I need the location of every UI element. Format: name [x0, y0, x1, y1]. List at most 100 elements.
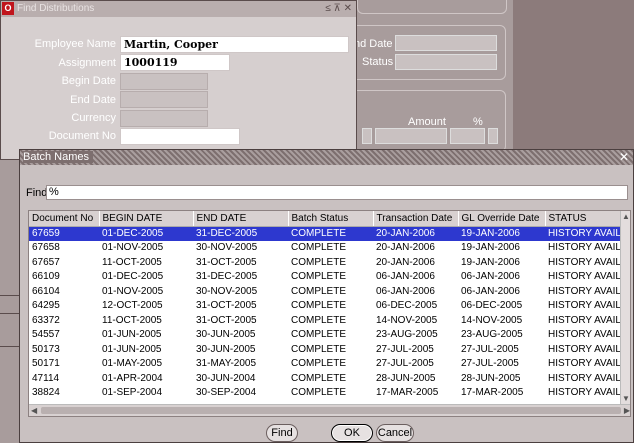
table-cell: 50171 [32, 358, 60, 370]
table-cell: 31-MAY-2005 [196, 358, 257, 370]
background-end-date-field [395, 35, 497, 51]
table-cell: 30-NOV-2005 [196, 242, 258, 254]
employee-name-field[interactable]: Martin, Cooper [120, 36, 349, 53]
column-header[interactable]: Batch Status [288, 211, 374, 227]
table-cell: 20-JAN-2006 [376, 256, 435, 268]
table-cell: 30-SEP-2004 [196, 387, 257, 399]
begin-date-label: Begin Date [61, 75, 116, 87]
table-cell: 17-MAR-2005 [461, 387, 524, 399]
find-button[interactable]: Find [266, 424, 298, 442]
table-cell: 66109 [32, 271, 60, 283]
background-panel-dates [340, 25, 506, 80]
table-cell: 11-OCT-2005 [102, 314, 162, 326]
background-left-line-3 [0, 346, 19, 347]
table-cell: 31-OCT-2005 [196, 256, 257, 268]
table-cell: 01-JUN-2005 [102, 329, 162, 341]
scroll-up-icon[interactable]: ▲ [622, 212, 630, 221]
table-cell: 06-JAN-2006 [461, 271, 520, 283]
oracle-logo-icon: O [2, 2, 14, 15]
begin-date-row: Begin Date [1, 73, 116, 90]
column-header[interactable]: STATUS [545, 211, 623, 227]
assignment-label: Assignment [58, 57, 116, 69]
end-date-field[interactable] [120, 91, 208, 108]
table-row[interactable]: 63372 11-OCT-2005 31-OCT-2005 COMPLETE 14-NO… [29, 313, 622, 328]
table-cell: 30-JUN-2004 [196, 372, 256, 384]
table-cell: 01-SEP-2004 [102, 387, 163, 399]
table-cell: 30-JUN-2005 [196, 329, 256, 341]
scroll-right-icon[interactable]: ▶ [624, 406, 630, 415]
table-cell: HISTORY AVAIL [548, 387, 621, 399]
find-input[interactable]: % [46, 185, 628, 200]
begin-date-field[interactable] [120, 73, 208, 90]
table-cell: HISTORY AVAIL [548, 300, 621, 312]
batch-dialog-titlebar[interactable]: Batch Names ✕ [20, 150, 633, 165]
table-row[interactable]: 67658 01-NOV-2005 30-NOV-2005 COMPLETE 20-JA… [29, 241, 622, 256]
table-cell: 01-NOV-2005 [102, 285, 164, 297]
currency-field[interactable] [120, 110, 208, 127]
column-header[interactable]: BEGIN DATE [99, 211, 194, 227]
column-header[interactable]: GL Override Date [458, 211, 546, 227]
table-cell: 06-JAN-2006 [461, 285, 520, 297]
vertical-scrollbar[interactable]: ▲ ▼ [620, 211, 630, 404]
table-cell: 50173 [32, 343, 60, 355]
end-date-label: End Date [70, 94, 116, 106]
table-row[interactable]: 38824 01-SEP-2004 30-SEP-2004 COMPLETE 17-MA… [29, 386, 622, 401]
table-cell: 23-AUG-2005 [376, 329, 438, 341]
table-cell: 31-OCT-2005 [196, 300, 257, 312]
table-cell: 38824 [32, 387, 60, 399]
end-date-row: End Date [1, 92, 116, 109]
table-cell: 27-JUL-2005 [376, 343, 434, 355]
scroll-down-icon[interactable]: ▼ [622, 394, 630, 403]
find-window-titlebar[interactable]: O Find Distributions ≤ ⊼ ✕ [1, 1, 356, 17]
background-end-date-label: nd Date [354, 38, 393, 50]
table-row[interactable]: 50171 01-MAY-2005 31-MAY-2005 COMPLETE 27-JU… [29, 357, 622, 372]
table-cell: 27-JUL-2005 [376, 358, 434, 370]
table-cell: 01-APR-2004 [102, 372, 163, 384]
horizontal-scrollbar[interactable]: ◀ ▶ [29, 404, 630, 416]
table-row[interactable]: 47114 01-APR-2004 30-JUN-2004 COMPLETE 28-JU… [29, 371, 622, 386]
table-row[interactable]: 66104 01-NOV-2005 30-NOV-2005 COMPLETE 06-JA… [29, 284, 622, 299]
table-cell: HISTORY AVAIL [548, 285, 621, 297]
cancel-button[interactable]: Cancel [376, 424, 414, 442]
column-header[interactable]: END DATE [193, 211, 289, 227]
column-header[interactable]: Document No [29, 211, 100, 227]
column-header[interactable]: Transaction Date [373, 211, 459, 227]
table-cell: 30-JUN-2005 [196, 343, 256, 355]
table-cell: 06-DEC-2005 [376, 300, 438, 312]
table-cell: 01-NOV-2005 [102, 242, 164, 254]
table-cell: 27-JUL-2005 [461, 343, 519, 355]
table-cell: HISTORY AVAIL [548, 256, 621, 268]
window-controls-icon[interactable]: ≤ ⊼ ✕ [325, 1, 352, 17]
table-row[interactable]: 67659 01-DEC-2005 31-DEC-2005 COMPLETE 20-JA… [29, 226, 622, 241]
table-cell: 31-OCT-2005 [196, 314, 257, 326]
background-percent-field [450, 128, 485, 144]
table-cell: HISTORY AVAIL [548, 372, 621, 384]
table-row[interactable]: 66109 01-DEC-2005 31-DEC-2005 COMPLETE 06-JA… [29, 270, 622, 285]
background-left-line-1 [0, 295, 19, 296]
scroll-left-icon[interactable]: ◀ [31, 406, 37, 415]
table-cell: COMPLETE [291, 387, 347, 399]
table-cell: 67658 [32, 242, 60, 254]
horizontal-scroll-thumb[interactable] [41, 407, 621, 414]
table-cell: 54557 [32, 329, 60, 341]
table-cell: HISTORY AVAIL [548, 314, 621, 326]
table-cell: 19-JAN-2006 [461, 242, 520, 254]
close-icon[interactable]: ✕ [619, 150, 629, 165]
ok-button[interactable]: OK [331, 424, 373, 442]
table-row[interactable]: 64295 12-OCT-2005 31-OCT-2005 COMPLETE 06-DE… [29, 299, 622, 314]
table-cell: 11-OCT-2005 [102, 256, 162, 268]
table-cell: COMPLETE [291, 242, 347, 254]
assignment-field[interactable]: 1000119 [120, 54, 230, 71]
table-row[interactable]: 54557 01-JUN-2005 30-JUN-2005 COMPLETE 23-AU… [29, 328, 622, 343]
background-scroll-marker [488, 128, 498, 144]
table-row[interactable]: 67657 11-OCT-2005 31-OCT-2005 COMPLETE 20-JA… [29, 255, 622, 270]
table-cell: COMPLETE [291, 314, 347, 326]
currency-row: Currency [1, 110, 116, 127]
table-cell: 20-JAN-2006 [373, 226, 458, 241]
table-row[interactable]: 50173 01-JUN-2005 30-JUN-2005 COMPLETE 27-JU… [29, 342, 622, 357]
table-cell: 06-DEC-2005 [461, 300, 523, 312]
document-no-field[interactable] [120, 128, 240, 145]
background-status-label: Status [362, 56, 394, 68]
table-cell: 23-AUG-2005 [461, 329, 523, 341]
table-cell: 66104 [32, 285, 60, 297]
